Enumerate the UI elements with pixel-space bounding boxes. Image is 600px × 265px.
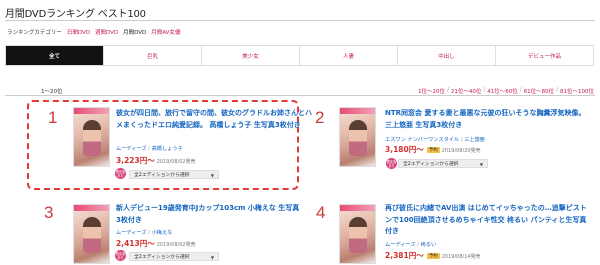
maker-link[interactable]: ムーディーズ [116, 146, 147, 152]
product-price: 3,180円～ 予約 2019/08/20発売 [385, 144, 481, 155]
package-banner [340, 108, 375, 114]
actress-link[interactable]: 三上悠亜 [464, 137, 485, 143]
rank-number: 2 [315, 108, 325, 127]
product-meta: ムーディーズ / 柊るい [385, 241, 436, 248]
package-banner [340, 205, 375, 211]
tab-big-breasts[interactable]: 巨乳 [103, 46, 201, 65]
product-title-link[interactable]: NTR同窓会 愛する妻と最悪な元彼の狂いそうな胸糞浮気映像。 三上悠亜 生写真3… [385, 108, 590, 131]
tab-creampie[interactable]: 中出し [397, 46, 495, 65]
edition-select[interactable]: 全2エディションから選択 ▼ [129, 252, 219, 261]
range-separator: / [447, 87, 449, 93]
product-title-link[interactable]: 新人デビュー19歳発育中Jカップ103cm 小梅えな 生写真3枚付き [116, 203, 301, 226]
package-figure [349, 120, 367, 156]
meta-separator: / [148, 230, 150, 236]
rank-number: 4 [316, 203, 326, 222]
product-price: 2,381円～ 予約 2019/08/14発売 [385, 250, 481, 261]
range-separator: / [483, 87, 486, 93]
category-monthly-actress-link[interactable]: 月間AV女優 [151, 28, 180, 36]
genre-tabs: 全て 巨乳 美少女 人妻 中出し デビュー作品 [5, 45, 594, 66]
edition-select-label: 全2エディションから選択 [403, 162, 459, 167]
meta-separator: / [417, 242, 419, 248]
range-link-61-80[interactable]: 61位～80位 [524, 87, 555, 95]
maker-link[interactable]: エスワン ナンバーワンスタイル [385, 137, 459, 143]
page-title: 月間DVDランキング ベスト100 [5, 9, 146, 20]
category-daily-dvd-link[interactable]: 日間DVD [67, 28, 90, 36]
tab-beautiful-girl[interactable]: 美少女 [201, 46, 299, 65]
chevron-down-icon: ▼ [479, 162, 483, 167]
chevron-down-icon: ▼ [210, 173, 214, 178]
reservation-badge: 予約 [426, 147, 440, 153]
actress-link[interactable]: 高橋しょう子 [152, 146, 183, 152]
limited-edition-badge: 限定版あり [386, 158, 397, 169]
product-thumbnail[interactable] [339, 107, 376, 167]
product-thumbnail[interactable] [73, 107, 110, 167]
edition-select-label: 全2エディションから選択 [134, 255, 190, 260]
package-figure [349, 217, 367, 253]
release-date: 2019/08/02発売 [156, 159, 196, 165]
meta-separator: / [148, 146, 150, 152]
release-date: 2019/08/20発売 [441, 148, 481, 154]
package-banner [74, 205, 109, 211]
rank-number: 3 [44, 203, 54, 222]
range-link-81-100[interactable]: 81位～100位 [560, 87, 594, 95]
price-value: 2,381円～ [385, 251, 424, 260]
package-figure [83, 120, 101, 156]
product-meta: ムーディーズ / 小梅えな [116, 229, 172, 236]
ranking-category-bar: ランキングカテゴリー 日間DVD 週間DVD 月間DVD 月間AV女優 [7, 28, 180, 36]
product-title-link[interactable]: 彼女が四日間、旅行で留守の間、彼女のグラドルお姉さんとハメまくったドエロ純愛記録… [116, 108, 316, 131]
range-link-41-60[interactable]: 41位～60位 [487, 87, 518, 95]
edition-select-label: 全2エディションから選択 [134, 173, 190, 178]
tab-married-woman[interactable]: 人妻 [299, 46, 397, 65]
price-value: 2,413円～ [116, 239, 155, 248]
release-date: 2019/08/14発売 [441, 254, 481, 260]
category-weekly-dvd-link[interactable]: 週間DVD [95, 28, 118, 36]
reservation-badge: 予約 [426, 253, 440, 259]
ranking-category-label: ランキングカテゴリー [7, 30, 62, 36]
product-title-link[interactable]: 再び彼氏に内緒でAV出演 はじめてイッちゃったの…追撃ピストンで100回絶頂させ… [385, 203, 593, 238]
package-figure [83, 217, 101, 253]
limited-edition-badge: 限定版あり [115, 250, 126, 261]
product-price: 3,223円～ 2019/08/02発売 [116, 155, 196, 166]
rank-number: 1 [48, 108, 58, 127]
price-value: 3,180円～ [385, 145, 424, 154]
title-divider [5, 20, 595, 21]
range-separator: / [556, 87, 558, 93]
category-monthly-dvd-current: 月間DVD [123, 30, 147, 36]
product-thumbnail[interactable] [73, 204, 110, 264]
meta-separator: / [460, 137, 463, 143]
actress-link[interactable]: 柊るい [421, 242, 437, 248]
range-link-1-20[interactable]: 1位～20位 [418, 87, 445, 95]
product-price: 2,413円～ 2019/08/02発売 [116, 238, 196, 249]
maker-link[interactable]: ムーディーズ [116, 230, 147, 236]
edition-select[interactable]: 全2エディションから選択 ▼ [398, 159, 488, 168]
rank-range-bar: 1～20位 1位～20位 / 21位～40位 / 41位～60位 / 61位～8… [5, 87, 595, 96]
package-banner [74, 108, 109, 114]
product-meta: エスワン ナンバーワンスタイル / 三上悠亜 [385, 136, 485, 143]
price-value: 3,223円～ [116, 156, 155, 165]
limited-edition-badge: 限定版あり [115, 168, 126, 179]
current-range-label: 1～20位 [41, 89, 63, 95]
tab-all[interactable]: 全て [6, 46, 103, 65]
product-thumbnail[interactable] [339, 204, 376, 264]
range-separator: / [519, 87, 522, 93]
tab-debut[interactable]: デビュー作品 [495, 46, 593, 65]
range-pagination: 1位～20位 / 21位～40位 / 41位～60位 / 61位～80位 / 8… [418, 87, 594, 95]
product-meta: ムーディーズ / 高橋しょう子 [116, 145, 183, 152]
range-link-21-40[interactable]: 21位～40位 [451, 87, 482, 95]
edition-select[interactable]: 全2エディションから選択 ▼ [129, 170, 219, 179]
release-date: 2019/08/02発売 [156, 242, 196, 248]
actress-link[interactable]: 小梅えな [152, 230, 173, 236]
chevron-down-icon: ▼ [210, 255, 214, 260]
maker-link[interactable]: ムーディーズ [385, 242, 416, 248]
